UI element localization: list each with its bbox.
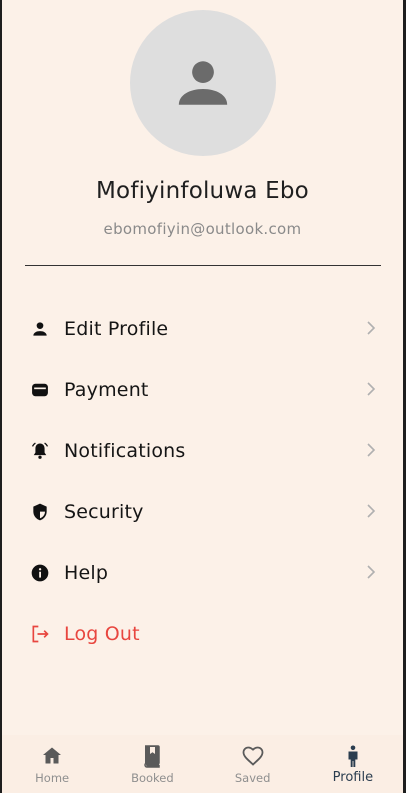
menu-item-payment[interactable]: Payment [2,359,403,420]
person-icon [29,318,51,340]
logout-button[interactable]: Log Out [2,603,403,664]
bottom-navigation: Home Booked Saved Profile [2,735,403,793]
nav-item-saved[interactable]: Saved [203,735,303,793]
wallet-icon [29,379,51,401]
chevron-right-icon [367,321,376,335]
nav-label: Profile [332,770,374,785]
divider [25,265,381,266]
person-placeholder-icon [178,61,228,105]
chevron-right-icon [367,504,376,518]
menu-item-label: Notifications [64,439,186,462]
menu-item-label: Security [64,500,144,523]
book-icon [144,745,161,768]
info-icon [29,562,51,584]
chevron-right-icon [367,382,376,396]
logout-icon [29,623,51,645]
menu-item-edit-profile[interactable]: Edit Profile [2,298,403,359]
shield-icon [29,501,51,523]
profile-screen: Mofiyinfoluwa Ebo ebomofiyin@outlook.com… [2,0,403,793]
bell-icon [29,440,51,462]
menu-item-notifications[interactable]: Notifications [2,420,403,481]
home-icon [43,747,62,764]
nav-item-home[interactable]: Home [2,735,102,793]
menu-item-help[interactable]: Help [2,542,403,603]
menu-item-label: Edit Profile [64,317,169,340]
profile-name: Mofiyinfoluwa Ebo [96,178,309,204]
logout-label: Log Out [64,622,140,645]
chevron-right-icon [367,443,376,457]
heart-icon [242,746,264,766]
menu-item-security[interactable]: Security [2,481,403,542]
chevron-right-icon [367,565,376,579]
person-standing-icon [348,745,358,767]
settings-menu: Edit Profile Payment Notifications Secur… [2,298,403,664]
nav-label: Saved [234,771,271,785]
menu-item-label: Help [64,561,109,584]
nav-label: Home [35,771,70,785]
nav-label: Booked [131,771,174,785]
nav-item-booked[interactable]: Booked [102,735,202,793]
menu-item-label: Payment [64,378,149,401]
profile-email: ebomofiyin@outlook.com [103,220,302,238]
nav-item-profile[interactable]: Profile [303,735,403,793]
avatar[interactable] [130,10,276,156]
